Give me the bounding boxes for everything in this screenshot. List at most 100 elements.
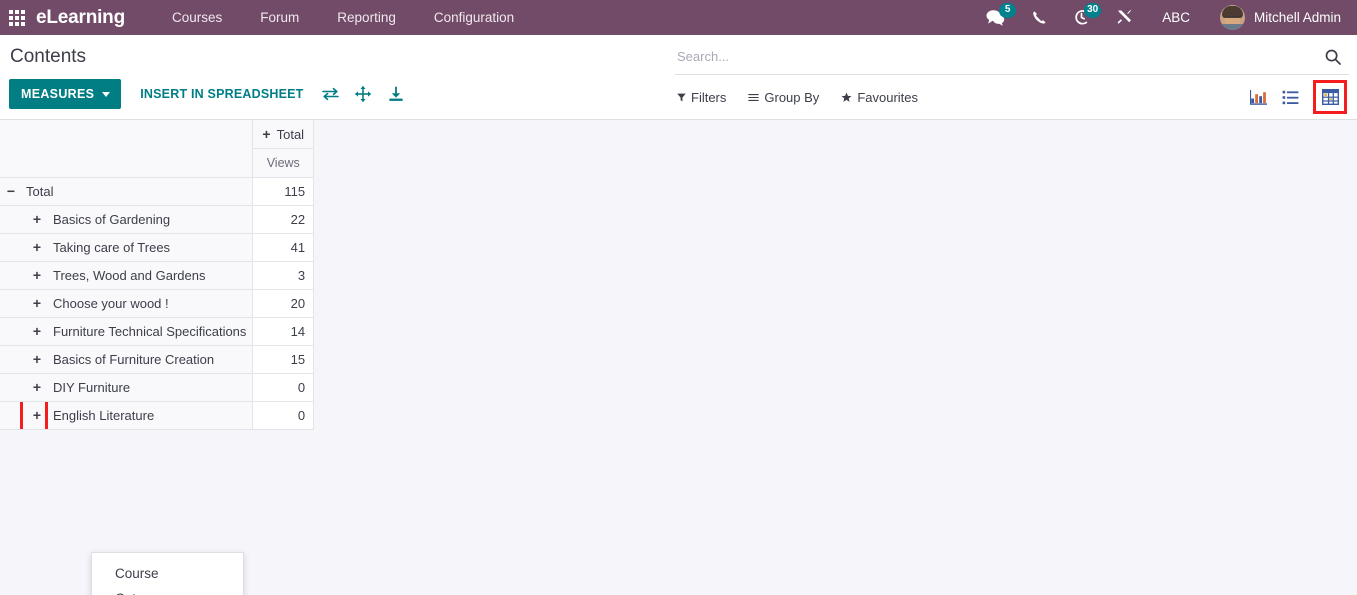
row-toggler-icon[interactable]: + <box>30 323 44 339</box>
table-row: + English Literature 0 <box>0 401 315 430</box>
avatar <box>1219 5 1245 30</box>
table-row: + DIY Furniture 0 <box>0 373 315 402</box>
pivot-cell-value[interactable]: 0 <box>252 373 315 402</box>
group-by-label: Group By <box>764 89 820 105</box>
column-total-toggler[interactable]: + <box>262 126 270 142</box>
expand-all-icon[interactable] <box>347 79 380 109</box>
favourites-dropdown[interactable]: Favourites <box>841 90 918 105</box>
row-label: Total <box>26 183 54 199</box>
table-row: + Furniture Technical Specifications 14 <box>0 317 315 346</box>
search-input[interactable] <box>675 49 1317 70</box>
pivot-row-header-english-literature[interactable]: + English Literature <box>0 401 254 430</box>
pivot-row-header-trees-wood-and-gardens[interactable]: + Trees, Wood and Gardens <box>0 261 254 290</box>
control-panel-left: Contents MEASURES INSERT IN SPREADSHEET <box>0 35 665 119</box>
menu-item-reporting[interactable]: Reporting <box>318 0 415 35</box>
dropdown-item-course[interactable]: Course <box>92 561 243 586</box>
funnel-icon <box>677 93 686 102</box>
pivot-cell-value[interactable]: 115 <box>252 177 315 206</box>
app-brand-elearning[interactable]: eLearning <box>34 7 131 29</box>
bars-icon <box>748 93 760 102</box>
pivot-cell-value[interactable]: 14 <box>252 317 315 346</box>
tools-wrench-icon[interactable] <box>1103 0 1146 35</box>
main-menu: Courses Forum Reporting Configuration <box>153 0 533 35</box>
pivot-cell-value[interactable]: 22 <box>252 205 315 234</box>
row-toggler-icon[interactable]: + <box>30 379 44 395</box>
activities-count-badge: 30 <box>1084 3 1102 18</box>
debug-abc-label[interactable]: ABC <box>1146 0 1206 35</box>
pivot-table: + Total Views − Total 115 + Basics of Ga… <box>0 120 315 430</box>
table-row: + Basics of Gardening 22 <box>0 205 315 234</box>
measures-button[interactable]: MEASURES <box>9 79 122 109</box>
pivot-cell-value[interactable]: 15 <box>252 345 315 374</box>
row-toggler-icon[interactable]: − <box>4 183 18 199</box>
download-xlsx-icon[interactable] <box>380 79 413 109</box>
insert-in-spreadsheet-button[interactable]: INSERT IN SPREADSHEET <box>130 79 313 109</box>
pivot-cell-value[interactable]: 41 <box>252 233 315 262</box>
pivot-row-header-diy-furniture[interactable]: + DIY Furniture <box>0 373 254 402</box>
top-navbar: eLearning Courses Forum Reporting Config… <box>0 0 1357 35</box>
user-menu[interactable]: Mitchell Admin <box>1206 0 1347 35</box>
pivot-cell-value[interactable]: 20 <box>252 289 315 318</box>
filters-dropdown[interactable]: Filters <box>677 90 726 105</box>
row-label: Basics of Furniture Creation <box>53 351 215 367</box>
graph-view-button[interactable] <box>1243 82 1273 112</box>
pivot-content-area: + Total Views − Total 115 + Basics of Ga… <box>0 120 1357 595</box>
row-label: Basics of Gardening <box>53 211 171 227</box>
pivot-row-header-choose-your-wood[interactable]: + Choose your wood ! <box>0 289 254 318</box>
pivot-table-head: + Total Views <box>0 120 315 178</box>
measures-label: MEASURES <box>21 87 95 101</box>
row-toggler-icon[interactable]: + <box>30 267 44 283</box>
row-label: Taking care of Trees <box>53 239 171 255</box>
flip-axis-icon[interactable] <box>314 79 347 109</box>
pivot-row-header-furniture-technical-specifications[interactable]: + Furniture Technical Specifications <box>0 317 254 346</box>
messages-count-badge: 5 <box>999 3 1017 18</box>
search-bar <box>675 35 1349 75</box>
table-row: + Choose your wood ! 20 <box>0 289 315 318</box>
chevron-down-icon <box>102 91 111 97</box>
pivot-header-row-1: + Total <box>0 120 315 149</box>
menu-item-configuration[interactable]: Configuration <box>415 0 533 35</box>
row-toggler-icon[interactable]: + <box>30 351 44 367</box>
column-total-label: Total <box>276 126 305 142</box>
table-row: − Total 115 <box>0 177 315 206</box>
row-label: Trees, Wood and Gardens <box>53 267 206 283</box>
pivot-measure-header[interactable]: Views <box>252 148 315 178</box>
pivot-actions: MEASURES INSERT IN SPREADSHEET <box>0 79 665 109</box>
filter-row: Filters Group By Favourites <box>665 75 1349 119</box>
list-view-button[interactable] <box>1275 82 1305 112</box>
row-toggler-icon[interactable]: + <box>30 295 44 311</box>
pivot-header-row-2: Views <box>0 148 315 178</box>
systray: 5 30 ABC Mitchell Admin <box>973 0 1357 35</box>
page-title: Contents <box>10 46 87 67</box>
star-icon <box>841 92 852 103</box>
pivot-row-header-basics-of-gardening[interactable]: + Basics of Gardening <box>0 205 254 234</box>
control-panel-right: Filters Group By Favourites <box>665 35 1357 119</box>
row-label: Furniture Technical Specifications <box>53 323 247 339</box>
control-panel: Contents MEASURES INSERT IN SPREADSHEET <box>0 35 1357 120</box>
apps-grid-icon[interactable] <box>0 0 34 35</box>
pivot-view-button[interactable] <box>1313 80 1347 114</box>
pivot-column-total-header[interactable]: + Total <box>252 120 315 149</box>
dropdown-item-category[interactable]: Category <box>92 586 243 595</box>
pivot-cell-value[interactable]: 0 <box>252 401 315 430</box>
table-row: + Trees, Wood and Gardens 3 <box>0 261 315 290</box>
row-toggler-icon[interactable]: + <box>30 239 44 255</box>
menu-item-courses[interactable]: Courses <box>153 0 241 35</box>
filters-label: Filters <box>691 89 727 105</box>
pivot-row-header-total[interactable]: − Total <box>0 177 254 206</box>
pivot-cell-value[interactable]: 3 <box>252 261 315 290</box>
activities-clock-icon[interactable]: 30 <box>1060 0 1103 35</box>
pivot-row-header-basics-of-furniture-creation[interactable]: + Basics of Furniture Creation <box>0 345 254 374</box>
pivot-row-header-taking-care-of-trees[interactable]: + Taking care of Trees <box>0 233 254 262</box>
pivot-table-body: − Total 115 + Basics of Gardening 22 + T… <box>0 177 315 430</box>
messages-icon[interactable]: 5 <box>973 0 1018 35</box>
row-label: DIY Furniture <box>53 379 131 395</box>
phone-icon[interactable] <box>1018 0 1060 35</box>
group-by-dropdown[interactable]: Group By <box>748 90 819 105</box>
row-toggler-icon[interactable]: + <box>30 211 44 227</box>
row-toggler-icon[interactable]: + <box>30 407 44 423</box>
search-icon[interactable] <box>1317 49 1349 71</box>
user-name: Mitchell Admin <box>1253 10 1341 25</box>
table-row: + Taking care of Trees 41 <box>0 233 315 262</box>
menu-item-forum[interactable]: Forum <box>241 0 318 35</box>
